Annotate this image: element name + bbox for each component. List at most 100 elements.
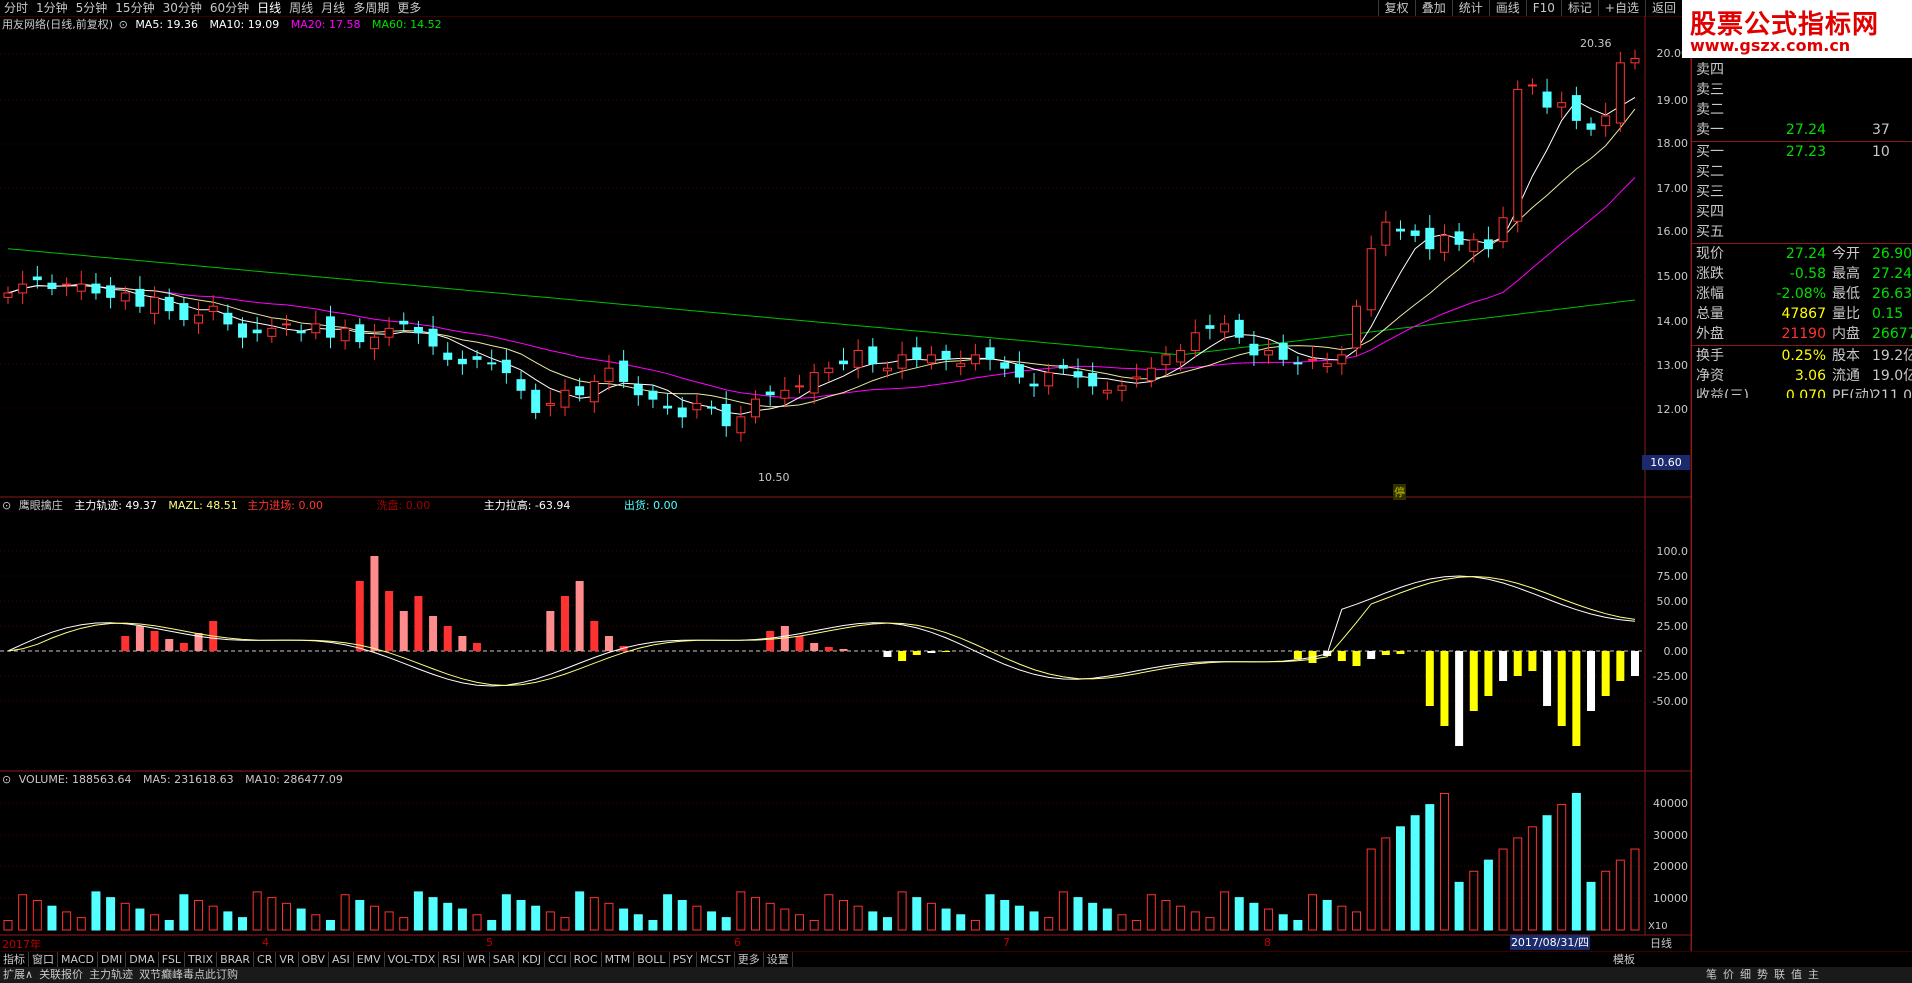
- tab-dma[interactable]: DMA: [126, 952, 159, 968]
- tab-indicator[interactable]: 指标: [0, 952, 29, 968]
- tab-obv[interactable]: OBV: [299, 952, 329, 968]
- candle-body: [970, 354, 980, 365]
- candle-body: [1527, 84, 1537, 87]
- tab-main[interactable]: 主: [1805, 967, 1822, 983]
- indicator-bar: [135, 626, 144, 651]
- tab-window[interactable]: 窗口: [29, 952, 58, 968]
- volume-bar: [707, 911, 717, 931]
- tab-brar[interactable]: BRAR: [217, 952, 255, 968]
- date-label: 5: [486, 936, 493, 949]
- tab-price[interactable]: 价: [1720, 967, 1737, 983]
- tab-rsi[interactable]: RSI: [439, 952, 465, 968]
- volume-bar: [1308, 894, 1318, 931]
- volume-bar: [1264, 908, 1274, 931]
- indicator-bar: [121, 636, 130, 651]
- tab-kdj[interactable]: KDJ: [519, 952, 545, 968]
- price-tick: 14.00: [1656, 315, 1689, 328]
- bid-row: 买五: [1696, 224, 1724, 240]
- candle-body: [325, 316, 335, 338]
- volume-bar: [956, 914, 966, 931]
- volume-bar: [765, 902, 775, 931]
- tab-dmi[interactable]: DMI: [98, 952, 127, 968]
- tab-macd[interactable]: MACD: [58, 952, 98, 968]
- indicator-bar: [942, 651, 951, 652]
- candle-body: [91, 283, 101, 294]
- linked-quote-button[interactable]: 关联报价: [36, 967, 86, 983]
- volume-bar: [1439, 792, 1449, 931]
- candle-body: [1395, 228, 1405, 232]
- candle-body: [692, 403, 702, 411]
- tab-mtm[interactable]: MTM: [602, 952, 635, 968]
- volume-bar: [604, 902, 614, 931]
- tab-mcst[interactable]: MCST: [697, 952, 735, 968]
- tab-asi[interactable]: ASI: [329, 952, 354, 968]
- stat-row: 总量 47867 量比 0.15: [1696, 306, 1904, 322]
- indicator-bar: [1425, 651, 1434, 706]
- candle-body: [1366, 248, 1376, 311]
- tab-sar[interactable]: SAR: [490, 952, 520, 968]
- indicator-bar: [399, 611, 408, 651]
- indicator-tick: 25.00: [1656, 620, 1689, 633]
- volume-bar: [135, 908, 145, 931]
- volume-tick: 10000: [1653, 892, 1688, 905]
- tab-settings[interactable]: 设置: [764, 952, 793, 968]
- price-tick: 12.00: [1656, 403, 1689, 416]
- period-button[interactable]: 日线: [1650, 935, 1672, 951]
- price-tick: 15.00: [1656, 270, 1689, 283]
- volume-bar: [1249, 902, 1259, 931]
- template-button[interactable]: 模板: [1610, 952, 1638, 968]
- settings-icon[interactable]: ⊙: [2, 773, 11, 786]
- candle-body: [1601, 115, 1611, 127]
- tab-value[interactable]: 值: [1788, 967, 1805, 983]
- tab-vr[interactable]: VR: [276, 952, 299, 968]
- volume-unit: X10: [1648, 921, 1668, 932]
- tab-roc[interactable]: ROC: [571, 952, 602, 968]
- volume-bar: [1366, 848, 1376, 931]
- tab-cr[interactable]: CR: [254, 952, 277, 968]
- tab-fsl[interactable]: FSL: [159, 952, 185, 968]
- ma5-line: [7, 96, 1636, 415]
- candle-body: [648, 390, 658, 400]
- volume-bar: [296, 908, 306, 931]
- tab-vol-tdx[interactable]: VOL-TDX: [385, 952, 440, 968]
- indicator-tick: 100.0: [1656, 545, 1689, 558]
- volume-bar: [1571, 792, 1581, 931]
- candle-body: [868, 346, 878, 365]
- tab-more[interactable]: 更多: [735, 952, 764, 968]
- tab-emv[interactable]: EMV: [354, 952, 385, 968]
- indicator-bar: [1513, 651, 1522, 676]
- expand-button[interactable]: 扩展∧: [0, 967, 36, 983]
- candle-body: [120, 292, 130, 302]
- volume-bar: [1337, 905, 1347, 931]
- settings-icon[interactable]: ⊙: [119, 18, 128, 31]
- volume-bar: [1132, 919, 1142, 931]
- subscribe-link[interactable]: 双节癫峰毒点此订购: [136, 967, 241, 983]
- date-label: 2017年: [2, 938, 41, 951]
- candle-body: [1293, 362, 1303, 365]
- tab-psy[interactable]: PSY: [670, 952, 697, 968]
- settings-icon[interactable]: ⊙: [2, 499, 11, 512]
- candle-body: [238, 323, 248, 338]
- tab-wr[interactable]: WR: [464, 952, 490, 968]
- tab-link[interactable]: 联: [1771, 967, 1788, 983]
- tab-trix[interactable]: TRIX: [185, 952, 218, 968]
- volume-bar: [545, 911, 555, 931]
- status-right-tabs: 笔价细势联值主: [1700, 967, 1825, 983]
- volume-bar: [1527, 826, 1537, 931]
- ma10-value: MA10: 19.09: [209, 18, 280, 31]
- volume-bar: [208, 905, 218, 931]
- tab-detail[interactable]: 细: [1737, 967, 1754, 983]
- indicator-bar: [1572, 651, 1581, 746]
- main-track-button[interactable]: 主力轨迹: [86, 967, 136, 983]
- volume-bar: [150, 914, 160, 931]
- volume-bar: [1483, 859, 1493, 931]
- volume-bar: [1102, 908, 1112, 931]
- tab-tick[interactable]: 笔: [1703, 967, 1720, 983]
- tab-cci[interactable]: CCI: [545, 952, 571, 968]
- tab-trend[interactable]: 势: [1754, 967, 1771, 983]
- tab-boll[interactable]: BOLL: [634, 952, 670, 968]
- volume-bar: [1278, 914, 1288, 931]
- chart-canvas[interactable]: [0, 0, 1691, 951]
- candle-body: [1014, 364, 1024, 378]
- candle-body: [1102, 389, 1112, 394]
